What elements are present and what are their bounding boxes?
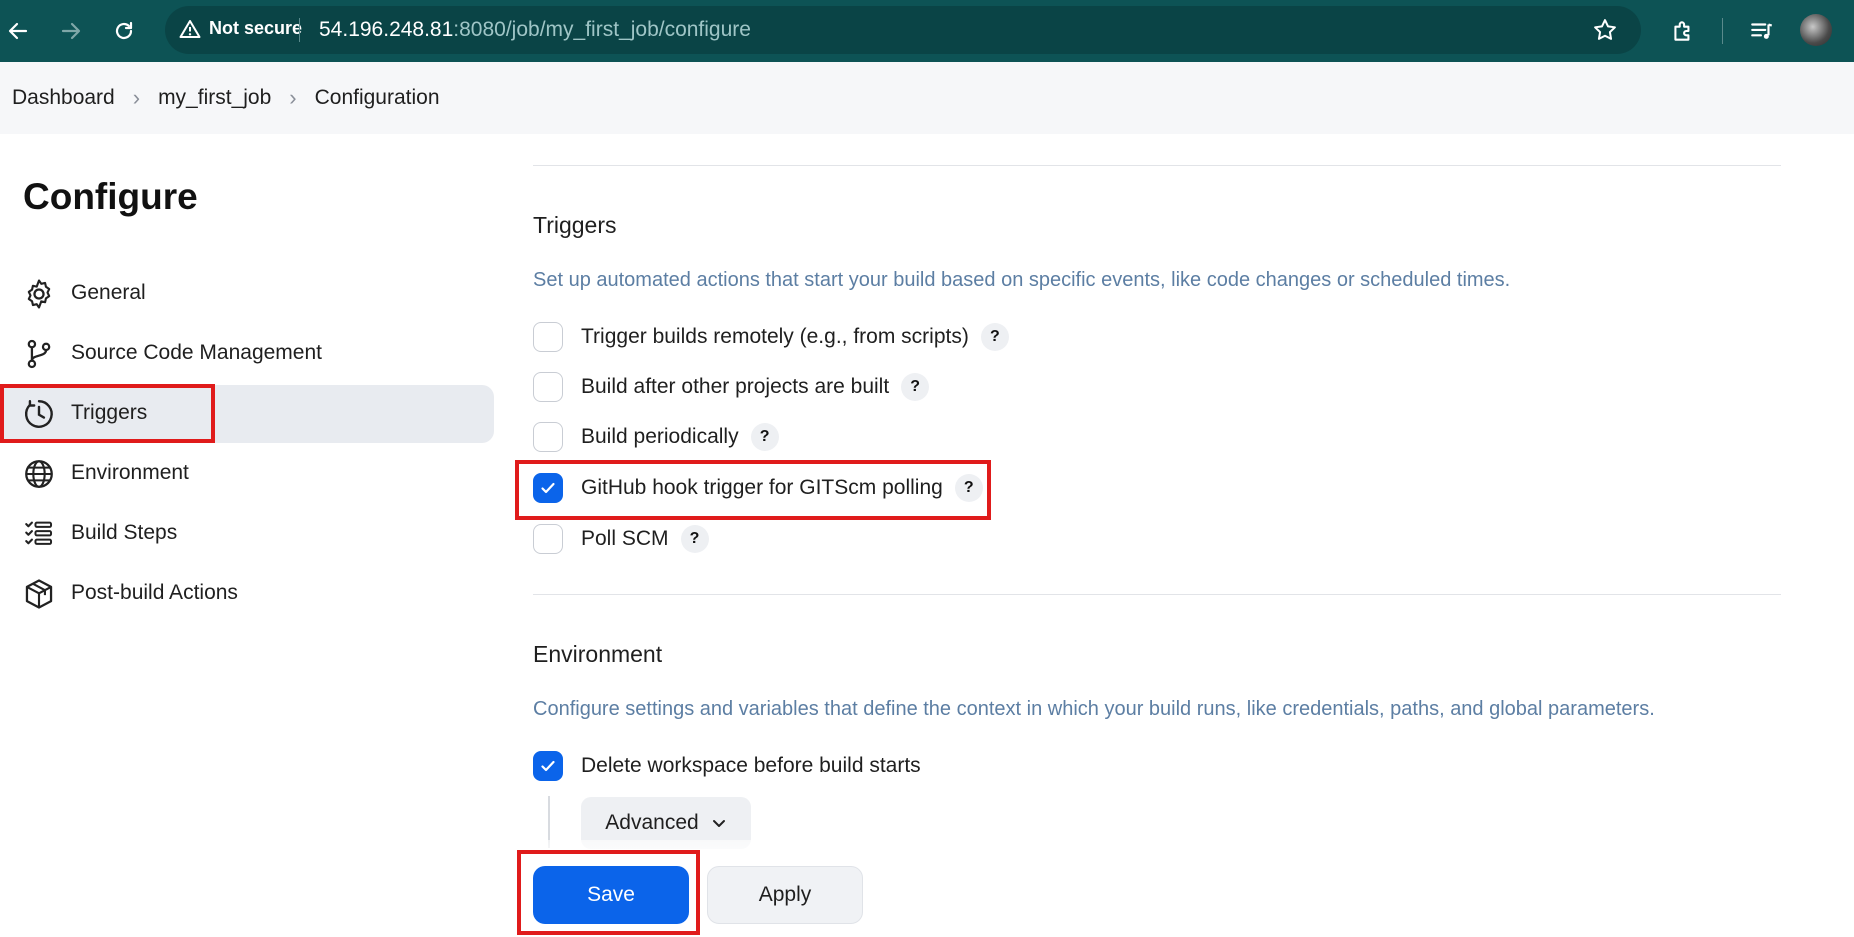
reload-icon[interactable] — [106, 13, 142, 49]
gear-icon — [22, 277, 56, 311]
sidebar-item-label: Post-build Actions — [71, 581, 238, 604]
help-icon[interactable]: ? — [980, 323, 1009, 351]
help-icon[interactable]: ? — [680, 525, 709, 553]
sidebar-item-label: General — [71, 281, 146, 304]
checkbox[interactable] — [533, 322, 563, 352]
package-icon — [22, 577, 56, 611]
chevron-down-icon — [712, 820, 725, 827]
forward-icon[interactable] — [53, 13, 89, 49]
env-option-delete-workspace[interactable]: Delete workspace before build starts — [533, 749, 921, 783]
option-label: GitHub hook trigger for GITScm polling — [581, 476, 943, 499]
checkbox-checked[interactable] — [533, 473, 563, 503]
check-icon — [541, 760, 555, 772]
trigger-option-remote[interactable]: Trigger builds remotely (e.g., from scri… — [533, 320, 1009, 354]
sidebar-item-source-code-management[interactable]: Source Code Management — [0, 325, 494, 383]
option-label: Poll SCM — [581, 527, 669, 550]
bookmark-star-icon[interactable] — [1591, 16, 1619, 44]
chevron-right-icon: › — [289, 85, 297, 110]
omnibox-divider — [299, 18, 300, 42]
breadcrumb-dashboard[interactable]: Dashboard — [12, 86, 115, 110]
globe-icon — [22, 457, 56, 491]
url-host: 54.196.248.81 — [319, 18, 454, 41]
clock-icon — [22, 397, 56, 431]
extensions-icon[interactable] — [1666, 14, 1700, 48]
help-icon[interactable]: ? — [954, 474, 983, 502]
profile-avatar[interactable] — [1800, 14, 1832, 46]
checkbox[interactable] — [533, 372, 563, 402]
breadcrumb-job[interactable]: my_first_job — [158, 86, 271, 110]
url-text[interactable]: 54.196.248.81:8080/job/my_first_job/conf… — [319, 18, 751, 42]
address-bar[interactable]: Not secure 54.196.248.81:8080/job/my_fir… — [165, 6, 1641, 54]
media-control-icon[interactable] — [1745, 14, 1779, 48]
checkbox[interactable] — [533, 422, 563, 452]
triggers-description: Set up automated actions that start your… — [533, 269, 1511, 291]
url-path: :8080/job/my_first_job/configure — [453, 18, 751, 41]
help-icon[interactable]: ? — [750, 423, 779, 451]
security-label: Not secure — [209, 18, 303, 38]
browser-toolbar: Not secure 54.196.248.81:8080/job/my_fir… — [0, 0, 1854, 62]
sidebar-item-label: Build Steps — [71, 521, 178, 544]
triggers-heading: Triggers — [533, 212, 617, 238]
help-icon[interactable]: ? — [901, 373, 930, 401]
environment-description: Configure settings and variables that de… — [533, 698, 1655, 720]
trigger-option-github-hook[interactable]: GitHub hook trigger for GITScm polling ? — [533, 471, 983, 505]
back-icon[interactable] — [0, 13, 36, 49]
breadcrumb-configuration[interactable]: Configuration — [315, 86, 440, 110]
sidebar-item-triggers[interactable]: Triggers — [0, 385, 494, 443]
chevron-right-icon: › — [132, 85, 141, 110]
sidebar-item-post-build-actions[interactable]: Post-build Actions — [0, 565, 494, 623]
section-divider — [533, 165, 1781, 166]
option-label: Delete workspace before build starts — [581, 754, 921, 777]
checkbox[interactable] — [533, 524, 563, 554]
checkbox-checked[interactable] — [533, 751, 563, 781]
security-indicator[interactable]: Not secure — [179, 18, 302, 39]
sidebar-item-build-steps[interactable]: Build Steps — [0, 505, 494, 563]
sidebar-item-label: Triggers — [71, 401, 148, 424]
section-divider — [533, 594, 1781, 595]
apply-button[interactable]: Apply — [707, 866, 863, 924]
sidebar-item-general[interactable]: General — [0, 265, 494, 323]
environment-heading: Environment — [533, 641, 663, 667]
check-icon — [541, 482, 555, 494]
option-label: Build periodically — [581, 425, 739, 448]
save-button[interactable]: Save — [533, 866, 689, 924]
page-title: Configure — [23, 176, 198, 217]
trigger-option-after-other-projects[interactable]: Build after other projects are built ? — [533, 370, 930, 404]
breadcrumb: Dashboard › my_first_job › Configuration — [0, 62, 1854, 134]
sidebar-item-label: Environment — [71, 461, 189, 484]
toolbar-divider — [1722, 18, 1723, 44]
advanced-label: Advanced — [605, 811, 699, 834]
sidebar-item-label: Source Code Management — [71, 341, 322, 364]
warning-icon — [179, 19, 201, 38]
list-icon — [22, 517, 56, 551]
option-label: Build after other projects are built — [581, 375, 890, 398]
git-branch-icon — [22, 337, 56, 371]
trigger-option-poll-scm[interactable]: Poll SCM ? — [533, 522, 709, 556]
trigger-option-periodically[interactable]: Build periodically ? — [533, 420, 779, 454]
sidebar-item-environment[interactable]: Environment — [0, 445, 494, 503]
option-label: Trigger builds remotely (e.g., from scri… — [581, 325, 969, 348]
